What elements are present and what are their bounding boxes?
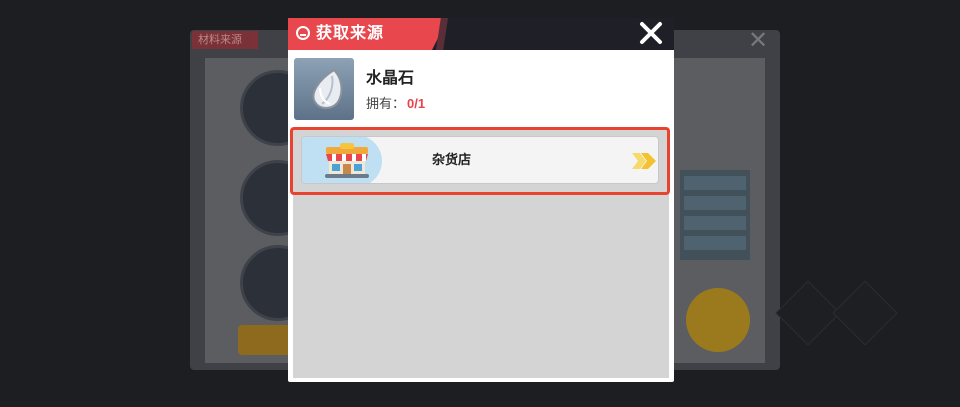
source-circle-icon: [296, 26, 310, 40]
background-close-icon: ✕: [748, 27, 769, 54]
close-icon: [640, 22, 662, 44]
close-button[interactable]: [636, 20, 666, 48]
item-name: 水晶石: [366, 70, 415, 87]
owned-count: 0/1: [407, 96, 426, 111]
acquire-source-dialog: 获取来源 水晶石 拥有： 0/1: [288, 18, 674, 382]
item-info: 水晶石 拥有： 0/1: [294, 58, 664, 120]
source-list-item-highlight: 杂货店: [290, 127, 670, 195]
background-tag: 材料来源: [192, 31, 258, 49]
owned-label: 拥有：: [366, 96, 406, 111]
dialog-header: 获取来源: [288, 18, 674, 50]
go-arrow-icon: [632, 153, 656, 169]
source-item-shop[interactable]: 杂货店: [301, 136, 659, 184]
background-list: [680, 170, 750, 260]
source-label: 杂货店: [432, 152, 472, 167]
crystal-stone-icon: [294, 58, 354, 120]
background-button: [238, 325, 294, 355]
background-coin-icon: [686, 288, 750, 352]
dialog-title-tab: 获取来源: [288, 18, 448, 50]
background-diamond-slot: [775, 280, 841, 346]
background-diamond-slot: [832, 280, 898, 346]
shop-icon: [325, 143, 369, 178]
dialog-title: 获取来源: [316, 25, 385, 42]
item-owned: 拥有： 0/1: [366, 93, 425, 112]
